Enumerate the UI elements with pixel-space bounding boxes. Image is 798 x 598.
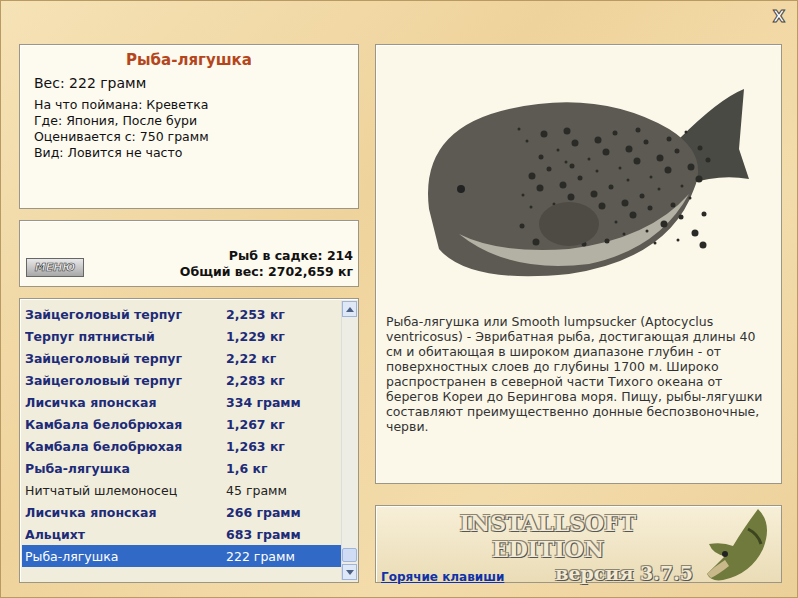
scroll-down-button[interactable] — [342, 564, 357, 580]
footer-row: Горячие клавиши версия 3.7.5 — [381, 562, 693, 584]
fish-title: Рыба-лягушка — [34, 51, 344, 69]
catch-name: Зайцеголовый терпуг — [25, 307, 226, 322]
fish-detail: Вид: Ловится не часто — [34, 145, 344, 161]
left-column: Рыба-лягушка Вес: 222 грамм На что поймана… — [19, 44, 359, 582]
total-weight: Общий вес: 2702,659 кг — [180, 264, 353, 280]
close-button[interactable]: X — [769, 7, 789, 27]
scrollbar[interactable] — [341, 301, 357, 580]
catch-weight: 2,253 кг — [226, 307, 341, 322]
fish-photo — [399, 59, 759, 299]
catch-weight: 1,263 кг — [226, 439, 341, 454]
scroll-thumb[interactable] — [342, 548, 357, 562]
footer-panel: INSTALLSOFT EDITION Горячие клавиши версия… — [375, 505, 782, 583]
fish-weight: Вес: 222 грамм — [34, 75, 344, 91]
scroll-track[interactable] — [342, 317, 357, 564]
catch-weight: 266 грамм — [226, 505, 341, 520]
fish-info-panel: Рыба-лягушка Вес: 222 грамм На что поймана… — [19, 44, 359, 209]
hotkeys-link[interactable]: Горячие клавиши — [381, 570, 504, 584]
catch-weight: 1,229 кг — [226, 329, 341, 344]
catch-row[interactable]: Зайцеголовый терпуг2,283 кг — [22, 369, 341, 391]
catch-name: Лисичка японская — [25, 395, 226, 410]
top-bar: X — [1, 1, 797, 44]
pike-logo — [699, 506, 781, 582]
fish-count: Рыб в садке: 214 — [180, 248, 353, 264]
catch-name: Альцихт — [25, 527, 226, 542]
fish-detail: Где: Япония, После бури — [34, 113, 344, 129]
catch-row[interactable]: Зайцеголовый терпуг2,253 кг — [22, 303, 341, 325]
summary-panel: МЕНЮ Рыб в садке: 214Общий вес: 2702,659 … — [19, 220, 359, 287]
photo-area — [382, 51, 775, 306]
catch-row[interactable]: Альцихт683 грамм — [22, 523, 341, 545]
catch-row[interactable]: Нитчатый шлемоносец45 грамм — [22, 479, 341, 501]
catch-name: Терпуг пятнистый — [25, 329, 226, 344]
menu-button[interactable]: МЕНЮ — [26, 258, 84, 277]
catch-weight: 2,283 кг — [226, 373, 341, 388]
scroll-up-button[interactable] — [342, 301, 357, 317]
fish-description: Рыба-лягушка или Smooth lumpsucker (Apto… — [382, 306, 775, 434]
catch-row[interactable]: Лисичка японская266 грамм — [22, 501, 341, 523]
catch-name: Нитчатый шлемоносец — [25, 483, 226, 498]
photo-panel: Рыба-лягушка или Smooth lumpsucker (Apto… — [375, 44, 782, 484]
catch-weight: 1,267 кг — [226, 417, 341, 432]
catch-weight: 222 грамм — [226, 549, 341, 564]
footer-text: INSTALLSOFT EDITION Горячие клавиши версия… — [376, 506, 699, 582]
catch-weight: 683 грамм — [226, 527, 341, 542]
summary-text: Рыб в садке: 214Общий вес: 2702,659 кг — [180, 248, 353, 280]
catch-row[interactable]: Лисичка японская334 грамм — [22, 391, 341, 413]
catch-row[interactable]: Терпуг пятнистый1,229 кг — [22, 325, 341, 347]
brand-logo: INSTALLSOFT EDITION — [381, 510, 693, 562]
pike-icon — [703, 504, 777, 584]
catch-name: Зайцеголовый терпуг — [25, 373, 226, 388]
arrow-up-icon — [346, 307, 354, 312]
right-column: Рыба-лягушка или Smooth lumpsucker (Apto… — [375, 44, 782, 582]
catch-weight: 45 грамм — [226, 483, 341, 498]
catch-list: Зайцеголовый терпуг2,253 кгТерпуг пятнис… — [19, 298, 359, 583]
catch-weight: 334 грамм — [226, 395, 341, 410]
catch-row[interactable]: Камбала белобрюхая1,267 кг — [22, 413, 341, 435]
fish-detail: На что поймана: Креветка — [34, 97, 344, 113]
catch-weight: 2,22 кг — [226, 351, 341, 366]
catch-rows: Зайцеголовый терпуг2,253 кгТерпуг пятнис… — [22, 301, 341, 580]
catch-name: Рыба-лягушка — [25, 549, 226, 564]
catch-row[interactable]: Рыба-лягушка1,6 кг — [22, 457, 341, 479]
catch-name: Зайцеголовый терпуг — [25, 351, 226, 366]
catch-name: Лисичка японская — [25, 505, 226, 520]
catch-name: Камбала белобрюхая — [25, 417, 226, 432]
catch-name: Камбала белобрюхая — [25, 439, 226, 454]
catch-row[interactable]: Рыба-лягушка222 грамм — [22, 545, 341, 567]
version-label: версия 3.7.5 — [555, 562, 693, 584]
app-window: X Рыба-лягушка Вес: 222 грамм На что пойман… — [0, 0, 798, 598]
catch-weight: 1,6 кг — [226, 461, 341, 476]
fish-detail: Оценивается с: 750 грамм — [34, 129, 344, 145]
arrow-down-icon — [346, 570, 354, 575]
main-area: Рыба-лягушка Вес: 222 грамм На что поймана… — [1, 44, 797, 597]
catch-name: Рыба-лягушка — [25, 461, 226, 476]
catch-row[interactable]: Камбала белобрюхая1,263 кг — [22, 435, 341, 457]
catch-row[interactable]: Зайцеголовый терпуг2,22 кг — [22, 347, 341, 369]
